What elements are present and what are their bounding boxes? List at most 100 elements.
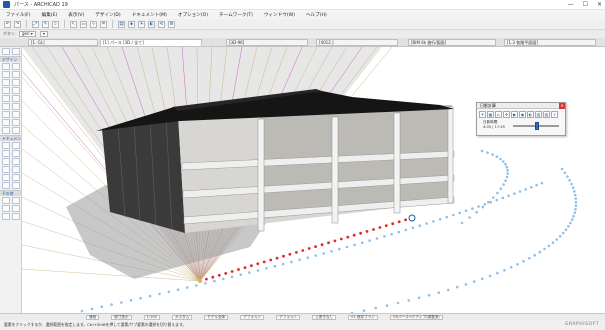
tab-4012[interactable]: [4012.] (316, 39, 398, 46)
figure-tool-icon[interactable] (2, 205, 10, 212)
beam-tool-icon[interactable] (2, 71, 10, 78)
tab-floor-plans[interactable]: [1.3 各階平面図] (504, 39, 596, 46)
status-model-view[interactable]: モデル全体 (204, 314, 229, 320)
status-renovation[interactable]: 01 既存プラン (348, 314, 378, 320)
text-tool-icon[interactable] (2, 150, 10, 157)
elevation-tool-icon[interactable] (12, 174, 20, 181)
undo-icon[interactable]: ↶ (4, 20, 11, 28)
house-icon[interactable]: ⌂ (495, 111, 502, 118)
sun-icon[interactable]: ☀ (479, 111, 486, 118)
curtain-wall-tool-icon[interactable] (2, 95, 10, 102)
tab-perspective[interactable]: [1] パース [3D / 全て] (100, 39, 202, 46)
wall-tool-icon[interactable] (2, 63, 10, 70)
building-icon[interactable]: ▥ (535, 111, 542, 118)
status-layer-combo[interactable]: カスタム (171, 314, 193, 320)
export-icon[interactable]: ⇪ (551, 111, 558, 118)
arrow-tool-icon[interactable] (2, 48, 10, 55)
menu-edit[interactable]: 編集(E) (42, 12, 58, 18)
roof-tool-icon[interactable] (2, 87, 10, 94)
menu-file[interactable]: ファイル(F) (6, 12, 31, 18)
line-tool-icon[interactable] (2, 158, 10, 165)
shell-tool-icon[interactable] (12, 87, 20, 94)
hotspot-tool-icon[interactable] (12, 205, 20, 212)
fill-tool-icon[interactable] (12, 127, 20, 134)
redo-icon[interactable]: ↷ (14, 20, 21, 28)
spline-tool-icon[interactable] (2, 213, 10, 220)
lamp-tool-icon[interactable] (12, 111, 20, 118)
menu-teamwork[interactable]: チームワーク(T) (219, 12, 253, 18)
level-dimension-tool-icon[interactable] (12, 142, 20, 149)
label-tool-icon[interactable] (12, 150, 20, 157)
palette-close-icon[interactable]: ✕ (559, 103, 565, 109)
pick-up-icon[interactable]: ⤢ (32, 20, 39, 28)
skylight-tool-icon[interactable] (12, 103, 20, 110)
marquee-icon[interactable]: ▭ (80, 20, 87, 28)
camera-tool-icon[interactable] (12, 197, 20, 204)
morph-tool-icon[interactable] (2, 127, 10, 134)
object-tool-icon[interactable] (2, 111, 10, 118)
close-button[interactable]: ✕ (597, 1, 602, 8)
stair-tool-icon[interactable] (2, 79, 10, 86)
layer-icon[interactable]: ▤ (118, 20, 125, 28)
section-tool-icon[interactable] (2, 174, 10, 181)
layer-select[interactable]: gen ▾ (19, 31, 36, 37)
guide-icon[interactable]: ⌗ (100, 20, 107, 28)
menu-options[interactable]: オプション(O) (178, 12, 208, 18)
calendar-icon[interactable]: ▦ (487, 111, 494, 118)
render-icon[interactable]: ◐ (148, 20, 155, 28)
inject-icon[interactable]: ✎ (42, 20, 49, 28)
status-pen-set[interactable]: デフォルト (240, 314, 265, 320)
3d-scene[interactable] (22, 47, 605, 313)
slider-knob[interactable] (534, 122, 539, 130)
status-override[interactable]: 上書きなし (312, 314, 337, 320)
sun-time-slider[interactable] (513, 122, 559, 130)
play-icon[interactable]: ▶ (511, 111, 518, 118)
menu-document[interactable]: ドキュメント(M) (132, 12, 167, 18)
status-zoom[interactable]: 原寸表示 (111, 314, 132, 320)
arc-tool-icon[interactable] (12, 158, 20, 165)
marquee-tool-icon[interactable] (12, 48, 20, 55)
railing-tool-icon[interactable] (12, 79, 20, 86)
arrow-tool-icon[interactable]: ↖ (70, 20, 77, 28)
column-tool-icon[interactable] (12, 63, 20, 70)
settings-icon[interactable]: ⚙ (168, 20, 175, 28)
change-tool-icon[interactable] (12, 213, 20, 220)
slab-tool-icon[interactable] (12, 71, 20, 78)
grid-tool-icon[interactable] (2, 197, 10, 204)
polyline-tool-icon[interactable] (2, 166, 10, 173)
shadow-icon[interactable]: ◐ (527, 111, 534, 118)
3d-perspective-viewport[interactable] (22, 47, 605, 313)
menu-view[interactable]: 表示(V) (68, 12, 84, 18)
mesh-tool-icon[interactable] (12, 119, 20, 126)
tab-floor-gl[interactable]: [1. GL] (28, 39, 98, 46)
settings-select[interactable]: ▾ (39, 31, 48, 37)
tab-bim-construction[interactable]: [BIM 6k 施行/図面] (408, 39, 496, 46)
view-3d-icon[interactable]: ◈ (128, 20, 135, 28)
eyedropper-icon[interactable]: ⌕ (52, 20, 59, 28)
chart-icon[interactable]: ▨ (543, 111, 550, 118)
menu-design[interactable]: デザイン(D) (95, 12, 121, 18)
window-tool-icon[interactable] (2, 103, 10, 110)
minimize-button[interactable]: — (568, 1, 574, 8)
camera-icon[interactable]: ◉ (519, 111, 526, 118)
zone-tool-icon[interactable] (2, 119, 10, 126)
status-dimension[interactable]: デフォルト (276, 314, 301, 320)
status-projection[interactable]: OSパースペクティブ(調整済) (389, 314, 443, 320)
orbit-icon[interactable]: ⟲ (158, 20, 165, 28)
sun-icon[interactable]: ☀ (138, 20, 145, 28)
dimension-tool-icon[interactable] (2, 142, 10, 149)
tab-3d-96[interactable]: [3D-96] (226, 39, 308, 46)
toolbox-section-document[interactable]: ドキュメント (0, 135, 21, 147)
status-scale[interactable]: 1:100 (143, 314, 160, 320)
worksheet-tool-icon[interactable] (12, 182, 20, 189)
snap-icon[interactable]: ⊹ (90, 20, 97, 28)
maximize-button[interactable]: ☐ (583, 1, 588, 8)
drawing-tool-icon[interactable] (12, 166, 20, 173)
menu-window[interactable]: ウィンドウ(W) (264, 12, 295, 18)
sun-position-marker[interactable] (408, 214, 416, 222)
door-tool-icon[interactable] (12, 95, 20, 102)
menu-help[interactable]: ヘルプ(H) (306, 12, 327, 18)
detail-tool-icon[interactable] (2, 182, 10, 189)
status-mode[interactable]: 通常 (86, 314, 100, 320)
compass-icon[interactable]: ✣ (503, 111, 510, 118)
